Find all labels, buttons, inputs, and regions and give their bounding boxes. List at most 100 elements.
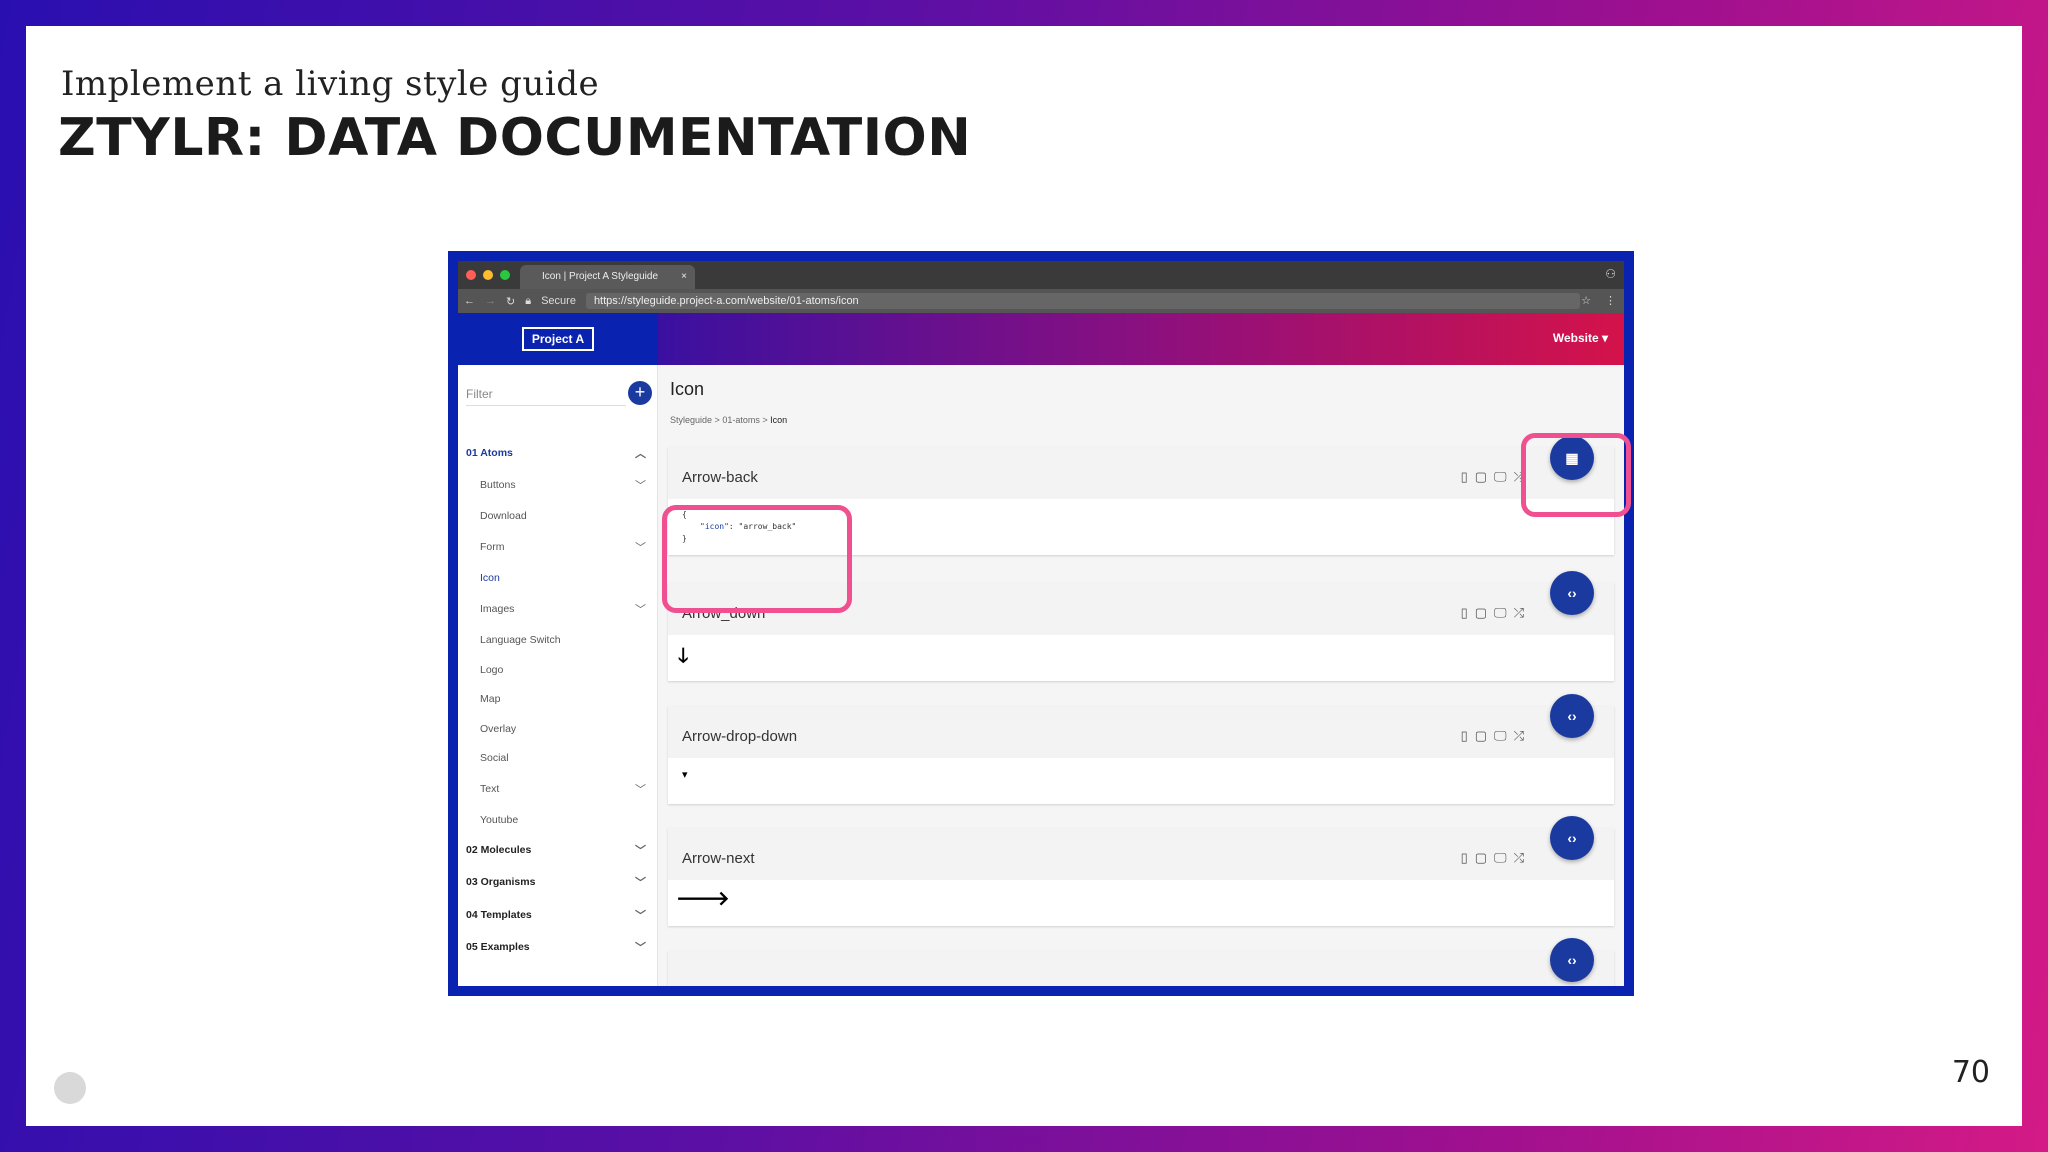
nav-label: Download [480,510,527,522]
incognito-icon: ⚇ [1605,267,1616,281]
chevron-down-icon: ﹀ [635,877,646,889]
nav-atoms[interactable]: 01 Atoms ︿ [466,447,650,460]
nav-label: Icon [480,572,500,584]
page-title: Icon [670,379,705,399]
nav-label: Overlay [480,723,517,735]
card-title: Arrow-back [682,469,758,486]
secure-label: Secure [541,295,576,307]
nav-icon[interactable]: Icon [480,572,650,584]
breadcrumb-separator: > [762,415,768,425]
desktop-icon[interactable]: 🖵 [1494,469,1507,485]
back-icon[interactable]: ← [464,295,475,307]
card-body: ▾ [668,758,1614,802]
viewport-toggles: ▯ ▢ 🖵 ⤮ [1461,605,1524,621]
browser-tabbar: Icon | Project A Styleguide × ⚇ [458,261,1624,289]
nav-language-switch[interactable]: Language Switch [480,634,650,646]
tab-title: Icon | Project A Styleguide [542,271,659,282]
mobile-icon[interactable]: ▯ [1461,469,1468,485]
highlight-box-layout-button [1521,433,1631,517]
arrow-down-icon: 🡓 [678,645,689,667]
nav-overlay[interactable]: Overlay [480,723,650,735]
nav-images[interactable]: Images ﹀ [480,603,650,616]
nav-text[interactable]: Text ﹀ [480,783,650,796]
nav-social[interactable]: Social [480,752,650,764]
shuffle-icon[interactable]: ⤮ [1514,850,1524,866]
card-title: Arrow-next [682,850,755,867]
nav-label: 03 Organisms [466,876,536,888]
tablet-icon[interactable]: ▢ [1475,728,1487,744]
tab-close-icon[interactable]: × [681,271,687,282]
mobile-icon[interactable]: ▯ [1461,728,1468,744]
shuffle-icon[interactable]: ⤮ [1514,605,1524,621]
lock-icon: 🔒︎ [525,294,532,307]
header-bar: Website ▾ [658,313,1624,365]
highlight-box-json [662,505,852,613]
code-toggle-button[interactable]: ‹› [1550,938,1594,982]
mobile-icon[interactable]: ▯ [1461,605,1468,621]
nav-label: 01 Atoms [466,447,513,459]
tablet-icon[interactable]: ▢ [1475,469,1487,485]
nav-label: Form [480,541,505,553]
nav-label: Logo [480,664,504,676]
nav-examples[interactable]: 05 Examples ﹀ [466,941,650,954]
breadcrumb-styleguide[interactable]: Styleguide [670,415,712,425]
component-card: Arrow-drop-down ▯ ▢ 🖵 ⤮ ▾ [668,706,1614,804]
card-body: 🡒 [668,880,1614,924]
component-card [668,951,1614,986]
forward-icon[interactable]: → [485,295,496,307]
window-controls[interactable] [466,270,510,280]
breadcrumb-current: Icon [770,415,788,425]
maximize-window-icon[interactable] [500,270,510,280]
filter-input[interactable]: Filter [466,387,626,406]
nav-download[interactable]: Download [480,510,650,522]
browser-tab[interactable]: Icon | Project A Styleguide × [520,265,695,289]
nav-label: Language Switch [480,634,561,646]
chevron-down-icon: ﹀ [635,784,646,796]
nav-label: 02 Molecules [466,844,532,856]
desktop-icon[interactable]: 🖵 [1494,605,1507,621]
project-logo[interactable]: Project A [521,327,595,351]
nav-molecules[interactable]: 02 Molecules ﹀ [466,844,650,857]
nav-organisms[interactable]: 03 Organisms ﹀ [466,876,650,889]
code-toggle-button[interactable]: ‹› [1550,816,1594,860]
nav-buttons[interactable]: Buttons ﹀ [480,479,650,492]
address-bar: ← → ↻ 🔒︎ Secure https://styleguide.proje… [458,289,1624,313]
minimize-window-icon[interactable] [483,270,493,280]
breadcrumb-atoms[interactable]: 01-atoms [722,415,760,425]
browser-menu-icon[interactable]: ⋮ [1605,294,1616,307]
viewport-toggles: ▯ ▢ 🖵 ⤮ [1461,850,1524,866]
tablet-icon[interactable]: ▢ [1475,850,1487,866]
nav-label: Social [480,752,509,764]
nav-form[interactable]: Form ﹀ [480,541,650,554]
component-card: Arrow-next ▯ ▢ 🖵 ⤮ 🡒 [668,828,1614,926]
code-toggle-button[interactable]: ‹› [1550,694,1594,738]
breadcrumb: Styleguide > 01-atoms > Icon [670,415,787,425]
bookmark-star-icon[interactable]: ☆ [1581,294,1591,307]
main-content: Icon Styleguide > 01-atoms > Icon Arrow-… [658,365,1624,986]
chevron-down-icon: ﹀ [635,942,646,954]
card-header: Arrow-drop-down ▯ ▢ 🖵 ⤮ [668,706,1614,758]
nav-logo[interactable]: Logo [480,664,650,676]
nav-label: Youtube [480,814,519,826]
mobile-icon[interactable]: ▯ [1461,850,1468,866]
nav-label: 04 Templates [466,909,532,921]
nav-label: Text [480,783,500,795]
card-title: Arrow-drop-down [682,728,798,745]
shuffle-icon[interactable]: ⤮ [1514,728,1524,744]
website-dropdown[interactable]: Website ▾ [1553,331,1608,345]
nav-map[interactable]: Map [480,693,650,705]
reload-icon[interactable]: ↻ [506,295,515,308]
desktop-icon[interactable]: 🖵 [1494,728,1507,744]
url-input[interactable]: https://styleguide.project-a.com/website… [585,293,1580,309]
viewport-toggles: ▯ ▢ 🖵 ⤮ [1461,728,1524,744]
code-toggle-button[interactable]: ‹› [1550,571,1594,615]
sidebar: Filter + 01 Atoms ︿ Buttons ﹀ Download For… [458,365,658,986]
chevron-down-icon: ﹀ [635,480,646,492]
add-button[interactable]: + [628,381,652,405]
nav-templates[interactable]: 04 Templates ﹀ [466,909,650,922]
nav-youtube[interactable]: Youtube [480,814,650,826]
card-header: Arrow-next ▯ ▢ 🖵 ⤮ [668,828,1614,880]
tablet-icon[interactable]: ▢ [1475,605,1487,621]
desktop-icon[interactable]: 🖵 [1494,850,1507,866]
close-window-icon[interactable] [466,270,476,280]
